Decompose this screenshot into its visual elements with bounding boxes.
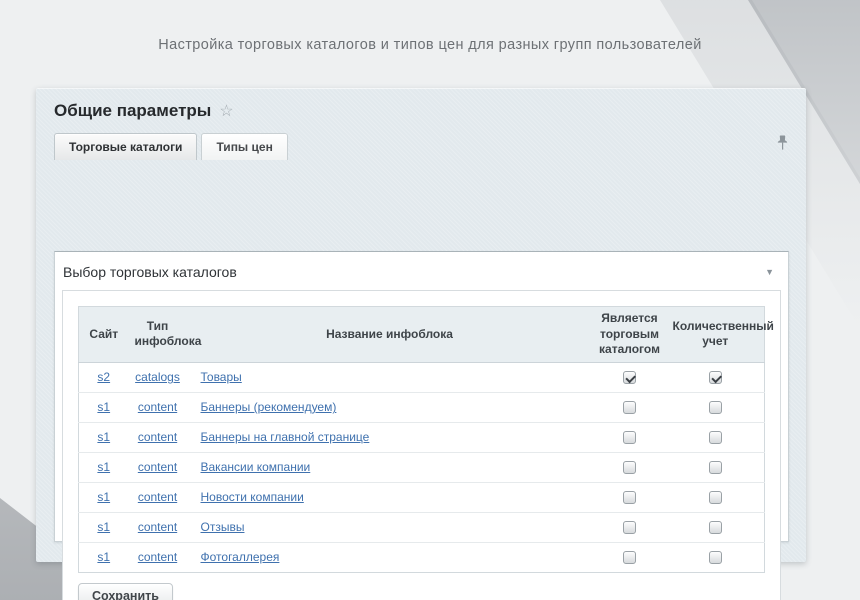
quantity-accounting-checkbox[interactable] <box>709 521 722 534</box>
site-link[interactable]: s2 <box>97 370 110 384</box>
iblock-name-link[interactable]: Отзывы <box>201 520 245 534</box>
site-link[interactable]: s1 <box>97 490 110 504</box>
site-link[interactable]: s1 <box>97 520 110 534</box>
is-trade-catalog-checkbox[interactable] <box>623 461 636 474</box>
tab-price-types[interactable]: Типы цен <box>201 133 287 160</box>
is-trade-catalog-checkbox[interactable] <box>623 521 636 534</box>
quantity-accounting-checkbox[interactable] <box>709 431 722 444</box>
is-trade-catalog-checkbox[interactable] <box>623 371 636 384</box>
quantity-accounting-checkbox[interactable] <box>709 551 722 564</box>
quantity-accounting-checkbox[interactable] <box>709 371 722 384</box>
settings-panel: Общие параметры ☆ Торговые каталоги Типы… <box>36 88 806 562</box>
column-header-iblock-type: Тип инфоблока <box>129 307 187 363</box>
table-row: s1 content Фотогаллерея <box>79 542 765 572</box>
iblock-name-link[interactable]: Баннеры (рекомендуем) <box>201 400 337 414</box>
tab-trade-catalogs[interactable]: Торговые каталоги <box>54 133 197 160</box>
quantity-accounting-checkbox[interactable] <box>709 401 722 414</box>
quantity-accounting-checkbox[interactable] <box>709 491 722 504</box>
page-title: Общие параметры <box>54 101 211 121</box>
table-header-row: Сайт Тип инфоблока Название инфоблока Яв… <box>79 307 765 363</box>
save-button[interactable]: Сохранить <box>78 583 173 600</box>
tab-strip: Торговые каталоги Типы цен <box>54 133 788 160</box>
iblock-name-link[interactable]: Товары <box>201 370 242 384</box>
iblock-type-link[interactable]: content <box>138 430 177 444</box>
form-box: Сайт Тип инфоблока Название инфоблока Яв… <box>62 290 781 600</box>
catalog-table-body: s2 catalogs Товары s1 content Баннеры (р… <box>79 362 765 572</box>
iblock-type-link[interactable]: content <box>138 520 177 534</box>
pin-icon[interactable] <box>777 135 788 155</box>
table-row: s1 content Баннеры (рекомендуем) <box>79 392 765 422</box>
triangle-down-icon[interactable]: ▼ <box>765 268 774 277</box>
section-header: Выбор торговых каталогов ▼ <box>55 252 788 290</box>
iblock-type-link[interactable]: content <box>138 550 177 564</box>
iblock-name-link[interactable]: Баннеры на главной странице <box>201 430 370 444</box>
quantity-accounting-checkbox[interactable] <box>709 461 722 474</box>
content-area: Выбор торговых каталогов ▼ Сайт Тип инфо… <box>54 251 789 542</box>
iblock-name-link[interactable]: Вакансии компании <box>201 460 311 474</box>
page-heading: Настройка торговых каталогов и типов цен… <box>0 37 860 53</box>
iblock-type-link[interactable]: content <box>138 460 177 474</box>
site-link[interactable]: s1 <box>97 550 110 564</box>
table-row: s1 content Вакансии компании <box>79 452 765 482</box>
column-header-iblock-name: Название инфоблока <box>187 307 593 363</box>
is-trade-catalog-checkbox[interactable] <box>623 401 636 414</box>
is-trade-catalog-checkbox[interactable] <box>623 431 636 444</box>
column-header-is-trade-catalog: Является торговым каталогом <box>593 307 667 363</box>
panel-title-row: Общие параметры ☆ <box>36 88 806 131</box>
section-title: Выбор торговых каталогов <box>63 264 237 280</box>
favorite-star-icon[interactable]: ☆ <box>219 104 233 120</box>
table-row: s2 catalogs Товары <box>79 362 765 392</box>
site-link[interactable]: s1 <box>97 460 110 474</box>
iblock-type-link[interactable]: catalogs <box>135 370 180 384</box>
column-header-quantity-accounting: Количественный учет <box>667 307 765 363</box>
is-trade-catalog-checkbox[interactable] <box>623 491 636 504</box>
is-trade-catalog-checkbox[interactable] <box>623 551 636 564</box>
site-link[interactable]: s1 <box>97 430 110 444</box>
table-row: s1 content Новости компании <box>79 482 765 512</box>
table-row: s1 content Отзывы <box>79 512 765 542</box>
iblock-name-link[interactable]: Новости компании <box>201 490 304 504</box>
catalog-table: Сайт Тип инфоблока Название инфоблока Яв… <box>78 306 765 573</box>
iblock-type-link[interactable]: content <box>138 400 177 414</box>
iblock-name-link[interactable]: Фотогаллерея <box>201 550 280 564</box>
iblock-type-link[interactable]: content <box>138 490 177 504</box>
table-row: s1 content Баннеры на главной странице <box>79 422 765 452</box>
site-link[interactable]: s1 <box>97 400 110 414</box>
column-header-site: Сайт <box>79 307 129 363</box>
